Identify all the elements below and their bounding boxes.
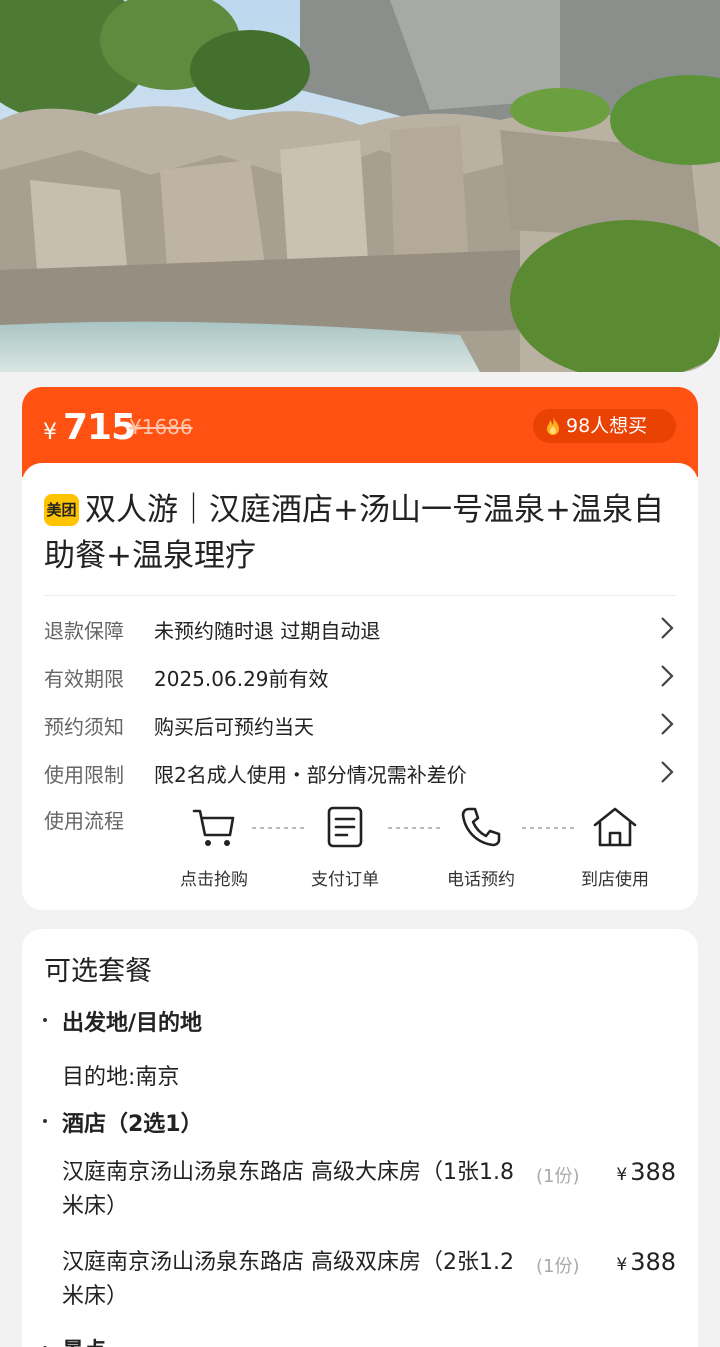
bullet-dot — [43, 1119, 47, 1123]
flame-icon — [547, 416, 559, 435]
original-price: ¥1686 — [129, 415, 193, 439]
row-label: 预约须知 — [44, 715, 124, 739]
package-options-card: 可选套餐 出发地/目的地 目的地:南京 酒店（2选1） 汉庭南京汤山汤泉东路店 … — [22, 929, 698, 1347]
chevron-right-icon — [661, 665, 674, 687]
validity-row[interactable]: 有效期限 2025.06.29前有效 — [44, 656, 674, 696]
flow-step-text: 支付订单 — [311, 870, 379, 890]
currency-symbol: ¥ — [43, 420, 57, 445]
row-value: 购买后可预约当天 — [154, 715, 314, 739]
current-price: 715 — [63, 407, 136, 448]
cart-icon — [192, 809, 235, 846]
row-label: 有效期限 — [44, 667, 124, 691]
flow-step-visit: 到店使用 — [560, 803, 670, 890]
destination-text: 目的地:南京 — [62, 1065, 180, 1090]
price-value: 388 — [630, 1158, 676, 1186]
product-title-block: 美团 双人游｜汉庭酒店+汤山一号温泉+温泉自助餐+温泉理疗 — [44, 487, 664, 579]
chevron-right-icon — [661, 617, 674, 639]
flow-step-buy: 点击抢购 — [159, 803, 269, 890]
row-label: 使用限制 — [44, 763, 124, 787]
meituan-badge: 美团 — [44, 494, 79, 526]
row-label: 退款保障 — [44, 619, 124, 643]
usage-limit-row[interactable]: 使用限制 限2名成人使用・部分情况需补差价 — [44, 752, 674, 792]
row-value: 2025.06.29前有效 — [154, 667, 329, 691]
want-to-buy-badge: 98人想买 — [533, 409, 676, 443]
phone-icon — [461, 807, 501, 847]
chevron-right-icon — [661, 761, 674, 783]
hotel-option-king-room[interactable]: 汉庭南京汤山汤泉东路店 高级大床房（1张1.8米床） — [62, 1156, 532, 1224]
section-heading-attractions: 景点 — [62, 1333, 106, 1347]
item-price: ¥388 — [616, 1158, 676, 1186]
refund-policy-row[interactable]: 退款保障 未预约随时退 过期自动退 — [44, 608, 674, 648]
product-info-card: 美团 双人游｜汉庭酒店+汤山一号温泉+温泉自助餐+温泉理疗 退款保障 未预约随时退… — [22, 463, 698, 910]
currency-symbol: ¥ — [616, 1255, 628, 1275]
row-value: 限2名成人使用・部分情况需补差价 — [154, 763, 467, 787]
flow-step-text: 电话预约 — [447, 870, 515, 890]
flow-step-pay: 支付订单 — [290, 803, 400, 890]
document-icon — [327, 806, 363, 848]
row-value: 未预约随时退 过期自动退 — [154, 619, 381, 643]
product-title: 双人游｜汉庭酒店+汤山一号温泉+温泉自助餐+温泉理疗 — [44, 492, 664, 574]
divider — [44, 595, 676, 596]
currency-symbol: ¥ — [616, 1165, 628, 1185]
hero-photo[interactable] — [0, 0, 720, 372]
usage-flow-label: 使用流程 — [44, 809, 124, 833]
flow-step-text: 点击抢购 — [180, 870, 248, 890]
section-heading-hotel: 酒店（2选1） — [62, 1112, 203, 1137]
want-to-buy-text: 98人想买 — [566, 415, 648, 437]
package-section-title: 可选套餐 — [44, 956, 152, 987]
price-value: 388 — [630, 1248, 676, 1276]
chevron-right-icon — [661, 713, 674, 735]
booking-notice-row[interactable]: 预约须知 购买后可预约当天 — [44, 704, 674, 744]
bullet-dot — [43, 1018, 47, 1022]
item-quantity: (1份) — [536, 1256, 580, 1277]
item-quantity: (1份) — [536, 1166, 580, 1187]
flow-step-text: 到店使用 — [581, 870, 649, 890]
section-heading-origin-destination: 出发地/目的地 — [62, 1011, 203, 1036]
hotel-option-twin-room[interactable]: 汉庭南京汤山汤泉东路店 高级双床房（2张1.2米床） — [62, 1246, 532, 1314]
flow-step-call: 电话预约 — [426, 803, 536, 890]
home-icon — [593, 807, 637, 847]
item-price: ¥388 — [616, 1248, 676, 1276]
